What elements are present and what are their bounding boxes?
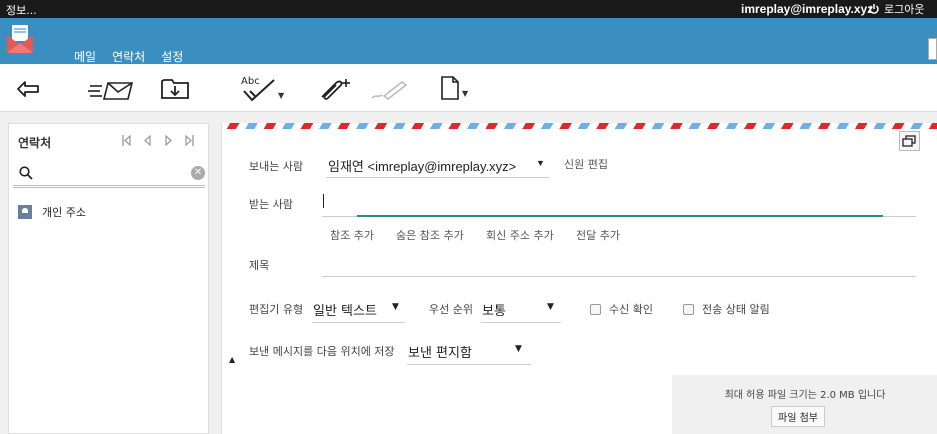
chevron-down-icon: ▼ <box>536 158 545 168</box>
popout-button[interactable] <box>899 131 920 151</box>
chevron-down-icon: ▼ <box>515 344 522 354</box>
receipt-checkbox[interactable]: 수신 확인 <box>590 301 653 317</box>
top-bar: 정보... imreplay@imreplay.xyz 로그아웃 <box>0 0 937 18</box>
mail-logo-icon <box>4 22 36 54</box>
add-cc-link[interactable]: 참조 추가 <box>330 227 374 243</box>
save-draft-icon <box>161 79 189 99</box>
spellcheck-text: Abc <box>241 76 260 87</box>
send-icon <box>88 82 134 100</box>
subject-label: 제목 <box>249 259 270 272</box>
app-header: 메일 연락처 설정 <box>0 18 937 71</box>
receipt-label: 수신 확인 <box>609 303 653 316</box>
contacts-pager <box>122 134 194 147</box>
from-select[interactable]: 임재연 <imreplay@imreplay.xyz> ▼ <box>326 153 549 178</box>
priority-label: 우선 순위 <box>429 303 473 316</box>
airmail-border <box>222 123 937 129</box>
spellcheck-button[interactable]: Abc ▼ <box>240 74 284 102</box>
max-file-size-text: 최대 허용 파일 크기는 2.0 MB 입니다 <box>724 390 886 401</box>
attach-file-button[interactable]: 파일 첨부 <box>771 406 825 427</box>
checkbox-box[interactable] <box>590 303 601 315</box>
save-draft-button[interactable] <box>160 76 190 100</box>
attach-button[interactable] <box>316 77 354 101</box>
to-label: 받는 사람 <box>249 198 293 211</box>
priority-value: 보통 <box>482 304 506 319</box>
contacts-title: 연락처 <box>18 136 52 150</box>
contacts-search[interactable]: ✕ <box>13 160 205 188</box>
contacts-panel: 연락처 ✕ 개인 주소 <box>8 123 209 434</box>
add-bcc-link[interactable]: 숨은 참조 추가 <box>396 227 464 243</box>
chevron-down-icon: ▼ <box>547 302 554 312</box>
user-email: imreplay@imreplay.xyz <box>741 2 874 16</box>
delivery-status-label: 전송 상태 알림 <box>702 303 770 316</box>
popout-icon <box>902 135 916 147</box>
compose-form: 보내는 사람 임재연 <imreplay@imreplay.xyz> ▼ 신원 … <box>221 123 937 434</box>
search-icon <box>19 166 33 180</box>
list-item[interactable]: 개인 주소 <box>18 204 86 220</box>
address-book-label: 개인 주소 <box>42 206 86 219</box>
priority-select[interactable]: 보통 ▼ <box>481 297 561 323</box>
editor-type-value: 일반 텍스트 <box>313 304 377 319</box>
from-label: 보내는 사람 <box>249 160 304 173</box>
prev-page-icon[interactable] <box>143 134 152 147</box>
from-value: 임재연 <imreplay@imreplay.xyz> <box>328 159 517 174</box>
attachment-panel: 최대 허용 파일 크기는 2.0 MB 입니다 파일 첨부 <box>672 375 937 434</box>
back-icon <box>17 81 39 97</box>
checkbox-box[interactable] <box>683 303 694 315</box>
subject-input[interactable] <box>322 251 916 277</box>
text-cursor <box>323 194 324 208</box>
add-reply-to-link[interactable]: 회신 주소 추가 <box>486 227 554 243</box>
save-sent-value: 보낸 편지함 <box>408 346 472 361</box>
header-resize-handle[interactable] <box>928 38 937 60</box>
spellcheck-icon: Abc <box>241 76 275 102</box>
last-page-icon[interactable] <box>185 134 194 147</box>
file-button[interactable]: ▼ <box>440 76 468 100</box>
clear-search-icon[interactable]: ✕ <box>191 166 205 180</box>
add-followup-link[interactable]: 전달 추가 <box>576 227 620 243</box>
logout-button[interactable]: 로그아웃 <box>868 1 924 17</box>
first-page-icon[interactable] <box>122 134 131 147</box>
edit-identity-link[interactable]: 신원 편집 <box>564 156 608 172</box>
address-book-icon <box>18 205 32 219</box>
signature-button <box>370 80 410 100</box>
chevron-down-icon: ▼ <box>392 302 399 312</box>
compose-toolbar: Abc ▼ ▼ <box>0 64 937 112</box>
signature-icon <box>371 80 408 100</box>
file-icon <box>441 76 459 100</box>
logout-label: 로그아웃 <box>884 3 925 16</box>
power-icon <box>869 4 879 14</box>
file-dropdown-arrow[interactable]: ▼ <box>462 89 468 98</box>
save-sent-select[interactable]: 보낸 편지함 ▼ <box>407 339 531 365</box>
spellcheck-dropdown-arrow[interactable]: ▼ <box>278 91 284 100</box>
delivery-status-checkbox[interactable]: 전송 상태 알림 <box>683 301 770 317</box>
collapse-options-icon[interactable]: ▲ <box>229 355 235 364</box>
editor-type-label: 편집기 유형 <box>249 303 304 316</box>
attach-icon <box>321 79 350 100</box>
back-button[interactable] <box>16 80 40 98</box>
focus-underline <box>357 215 883 217</box>
window-title: 정보... <box>6 4 37 17</box>
next-page-icon[interactable] <box>164 134 173 147</box>
editor-type-select[interactable]: 일반 텍스트 ▼ <box>312 297 405 323</box>
to-input[interactable] <box>322 191 916 217</box>
save-sent-label: 보낸 메시지를 다음 위치에 저장 <box>249 345 395 358</box>
send-button[interactable] <box>88 79 134 101</box>
